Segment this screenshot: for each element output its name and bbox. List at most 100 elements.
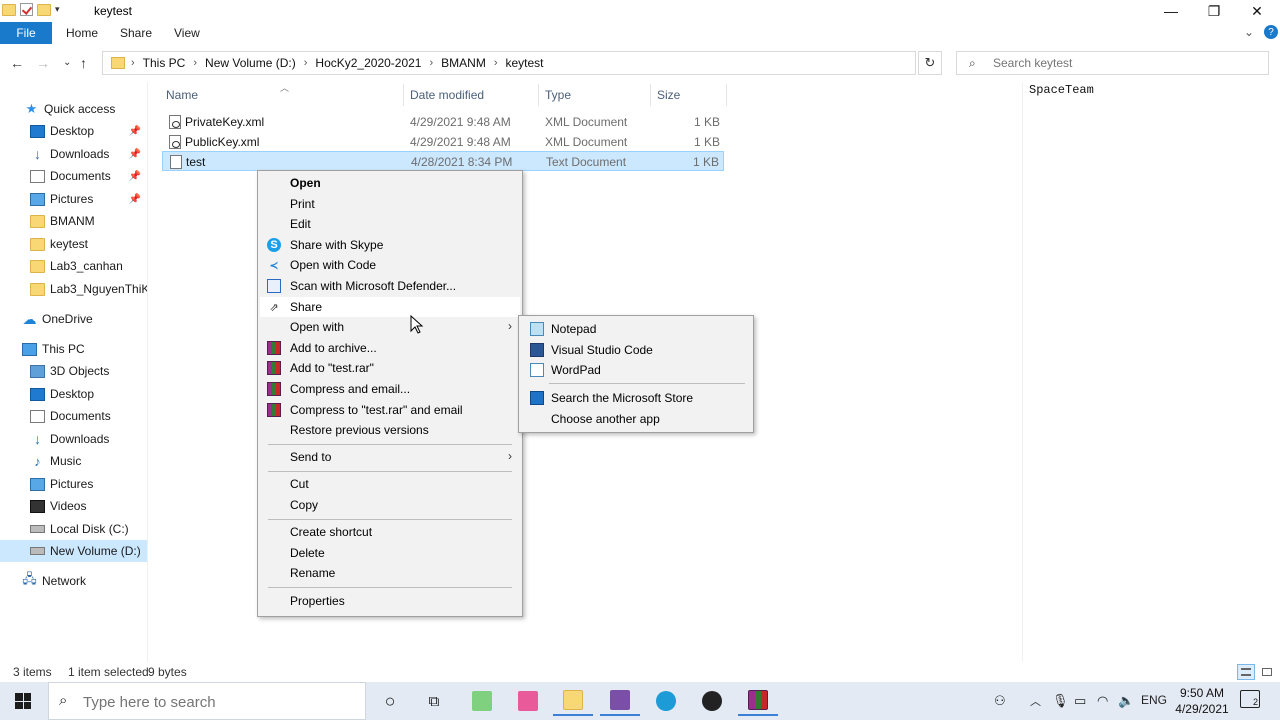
- column-divider[interactable]: [403, 84, 404, 106]
- cortana-button[interactable]: ○: [370, 686, 410, 716]
- customize-toolbar-icon[interactable]: ▾: [55, 4, 60, 15]
- people-icon[interactable]: ⚇: [994, 693, 1006, 709]
- show-hidden-icons-icon[interactable]: ︿: [1030, 693, 1041, 709]
- help-icon[interactable]: ?: [1264, 25, 1278, 39]
- nav-item-documents[interactable]: Documents 📌: [0, 165, 147, 187]
- menu-item-edit[interactable]: Edit: [260, 214, 520, 234]
- search-input[interactable]: [993, 55, 1253, 71]
- nav-item-pc-desktop[interactable]: Desktop: [0, 383, 147, 405]
- nav-onedrive[interactable]: ☁ OneDrive: [0, 308, 147, 330]
- taskbar-search[interactable]: ⌕: [48, 682, 366, 720]
- large-icons-view-button[interactable]: [1258, 664, 1276, 680]
- nav-item-pc-pictures[interactable]: Pictures: [0, 473, 147, 495]
- properties-check-icon[interactable]: [20, 3, 33, 16]
- tab-home[interactable]: Home: [66, 26, 98, 40]
- menu-item-copy[interactable]: Copy: [260, 495, 520, 515]
- taskbar-app-visual-studio[interactable]: [600, 686, 640, 716]
- menu-item-rename[interactable]: Rename: [260, 563, 520, 583]
- column-divider[interactable]: [650, 84, 651, 106]
- breadcrumb-separator[interactable]: ›: [494, 57, 498, 69]
- nav-item-music[interactable]: ♪ Music: [0, 450, 147, 472]
- nav-item-new-volume-d[interactable]: New Volume (D:): [0, 540, 147, 562]
- microphone-icon[interactable]: 🎙: [1052, 693, 1069, 709]
- menu-item-compress-to-rar-and-email[interactable]: Compress to "test.rar" and email: [260, 400, 520, 420]
- breadcrumb-new-volume[interactable]: New Volume (D:): [205, 56, 296, 70]
- breadcrumb-bmanm[interactable]: BMANM: [441, 56, 486, 70]
- breadcrumb-keytest[interactable]: keytest: [506, 56, 544, 70]
- tab-view[interactable]: View: [174, 26, 200, 40]
- input-language[interactable]: ENG: [1141, 693, 1167, 707]
- breadcrumb-separator[interactable]: ›: [193, 57, 197, 69]
- breadcrumb-separator[interactable]: ›: [304, 57, 308, 69]
- submenu-item-notepad[interactable]: Notepad: [521, 319, 751, 339]
- menu-item-properties[interactable]: Properties: [260, 591, 520, 611]
- taskbar-app-github[interactable]: [692, 686, 732, 716]
- wifi-icon[interactable]: ◠: [1097, 693, 1108, 709]
- nav-item-downloads[interactable]: ↓ Downloads 📌: [0, 143, 147, 165]
- volume-icon[interactable]: 🔈: [1118, 693, 1134, 709]
- nav-item-keytest[interactable]: keytest: [0, 233, 147, 255]
- nav-item-videos[interactable]: Videos: [0, 495, 147, 517]
- taskbar-app-edge[interactable]: [646, 686, 686, 716]
- breadcrumb-separator[interactable]: ›: [429, 57, 433, 69]
- nav-network[interactable]: 🖧 Network: [0, 570, 147, 592]
- nav-this-pc[interactable]: This PC: [0, 338, 147, 360]
- menu-item-add-to-test-rar[interactable]: Add to "test.rar": [260, 358, 520, 378]
- menu-item-delete[interactable]: Delete: [260, 543, 520, 563]
- column-divider[interactable]: [726, 84, 727, 106]
- nav-item-local-disk-c[interactable]: Local Disk (C:): [0, 518, 147, 540]
- column-size[interactable]: Size: [657, 88, 680, 102]
- system-clock[interactable]: 9:50 AM 4/29/2021: [1171, 685, 1233, 717]
- submenu-item-wordpad[interactable]: WordPad: [521, 360, 751, 380]
- menu-item-print[interactable]: Print: [260, 194, 520, 214]
- menu-item-compress-and-email[interactable]: Compress and email...: [260, 379, 520, 399]
- recent-locations-icon[interactable]: ⌄: [63, 57, 71, 68]
- up-icon[interactable]: ↑: [80, 55, 87, 71]
- breadcrumb-this-pc[interactable]: This PC: [143, 56, 186, 70]
- nav-item-lab3-nguyenthikir[interactable]: Lab3_NguyenThiKir: [0, 278, 147, 300]
- close-button[interactable]: ✕: [1234, 0, 1280, 22]
- menu-item-open-with[interactable]: Open with ›: [260, 317, 520, 337]
- column-type[interactable]: Type: [545, 88, 571, 102]
- menu-item-restore-previous-versions[interactable]: Restore previous versions: [260, 420, 520, 440]
- new-folder-icon[interactable]: [37, 3, 51, 16]
- minimize-button[interactable]: —: [1148, 0, 1194, 22]
- expand-ribbon-icon[interactable]: ⌄: [1244, 25, 1254, 39]
- taskbar-app-snipping[interactable]: [462, 686, 502, 716]
- refresh-button[interactable]: ↻: [918, 51, 942, 75]
- taskbar-app-paint[interactable]: [508, 686, 548, 716]
- nav-item-bmanm[interactable]: BMANM: [0, 210, 147, 232]
- forward-icon[interactable]: →: [36, 55, 50, 71]
- submenu-item-microsoft-store[interactable]: Search the Microsoft Store: [521, 388, 751, 408]
- file-row-selected[interactable]: test 4/28/2021 8:34 PM Text Document 1 K…: [162, 151, 724, 171]
- notification-center-icon[interactable]: 2: [1240, 690, 1260, 708]
- column-name[interactable]: Name: [166, 88, 198, 102]
- menu-item-add-to-archive[interactable]: Add to archive...: [260, 338, 520, 358]
- menu-item-cut[interactable]: Cut: [260, 474, 520, 494]
- file-tab[interactable]: File: [0, 22, 52, 44]
- search-box[interactable]: ⌕: [956, 51, 1269, 75]
- tab-share[interactable]: Share: [120, 26, 152, 40]
- menu-item-open[interactable]: Open: [260, 173, 520, 193]
- nav-item-pc-documents[interactable]: Documents: [0, 405, 147, 427]
- battery-icon[interactable]: ▭: [1074, 693, 1086, 709]
- restore-button[interactable]: ❐: [1191, 0, 1237, 22]
- column-divider[interactable]: [538, 84, 539, 106]
- menu-item-share-with-skype[interactable]: S Share with Skype: [260, 235, 520, 255]
- nav-item-pc-downloads[interactable]: ↓ Downloads: [0, 428, 147, 450]
- back-icon[interactable]: ←: [10, 55, 24, 71]
- menu-item-scan-defender[interactable]: Scan with Microsoft Defender...: [260, 276, 520, 296]
- file-row[interactable]: PublicKey.xml 4/29/2021 9:48 AM XML Docu…: [162, 132, 724, 152]
- menu-item-open-with-code[interactable]: ≺ Open with Code: [260, 255, 520, 275]
- task-view-button[interactable]: ⧉: [414, 686, 454, 716]
- details-view-button[interactable]: [1237, 664, 1255, 680]
- taskbar-app-winrar[interactable]: [738, 686, 778, 716]
- menu-item-send-to[interactable]: Send to ›: [260, 447, 520, 467]
- nav-quick-access[interactable]: ★ Quick access: [0, 98, 147, 120]
- file-row[interactable]: PrivateKey.xml 4/29/2021 9:48 AM XML Doc…: [162, 112, 724, 132]
- breadcrumb-hocky2[interactable]: HocKy2_2020-2021: [315, 56, 421, 70]
- menu-item-create-shortcut[interactable]: Create shortcut: [260, 522, 520, 542]
- taskbar-app-file-explorer[interactable]: [553, 686, 593, 716]
- submenu-item-choose-another-app[interactable]: Choose another app: [521, 409, 751, 429]
- nav-item-3d-objects[interactable]: 3D Objects: [0, 360, 147, 382]
